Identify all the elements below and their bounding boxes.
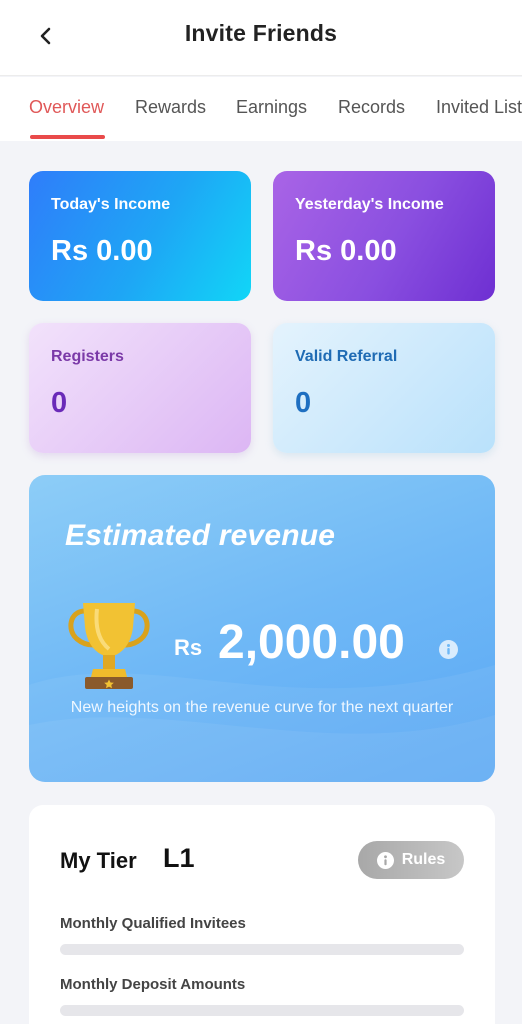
yesterday-income-card: Yesterday's Income Rs 0.00	[273, 171, 495, 301]
active-tab-indicator	[30, 135, 105, 139]
tier-label: My Tier	[60, 848, 137, 873]
revenue-description: New heights on the revenue curve for the…	[70, 699, 454, 716]
my-tier-card: My Tier L1 Rules Monthly Qualified Invit…	[29, 805, 495, 1024]
registers-label: Registers	[51, 348, 124, 365]
deposit-amounts-progress	[60, 1005, 464, 1016]
qualified-invitees-progress	[60, 944, 464, 955]
yesterday-income-value: Rs 0.00	[295, 235, 397, 267]
revenue-currency: Rs	[174, 635, 203, 660]
rules-button[interactable]: Rules	[358, 841, 464, 879]
revenue-title: Estimated revenue	[65, 519, 336, 552]
revenue-value: 2,000.00	[218, 616, 405, 669]
valid-referral-value: 0	[295, 387, 312, 419]
info-icon	[376, 851, 394, 869]
tab-overview[interactable]: Overview	[29, 97, 104, 118]
tab-earnings[interactable]: Earnings	[236, 97, 307, 118]
tier-level: L1	[163, 843, 195, 873]
tab-invited-list[interactable]: Invited List	[436, 97, 522, 118]
today-income-card: Today's Income Rs 0.00	[29, 171, 251, 301]
page-title: Invite Friends	[184, 20, 338, 46]
tab-rewards[interactable]: Rewards	[135, 97, 206, 118]
estimated-revenue-card: Estimated revenue Rs 2,000.00 New height…	[29, 475, 495, 782]
tab-bar: Overview Rewards Earnings Records Invite…	[0, 77, 522, 141]
registers-value: 0	[51, 387, 68, 419]
tab-records[interactable]: Records	[338, 97, 405, 118]
valid-referral-label: Valid Referral	[295, 348, 398, 365]
yesterday-income-label: Yesterday's Income	[295, 196, 444, 213]
valid-referral-card: Valid Referral 0	[273, 323, 495, 453]
today-income-label: Today's Income	[51, 196, 171, 213]
info-icon[interactable]	[439, 640, 458, 659]
rules-button-label: Rules	[401, 851, 446, 868]
app-header: Invite Friends	[0, 0, 522, 76]
trophy-icon	[68, 603, 150, 689]
registers-card: Registers 0	[29, 323, 251, 453]
deposit-amounts-label: Monthly Deposit Amounts	[60, 976, 246, 993]
qualified-invitees-label: Monthly Qualified Invitees	[60, 915, 246, 932]
today-income-value: Rs 0.00	[51, 235, 153, 267]
